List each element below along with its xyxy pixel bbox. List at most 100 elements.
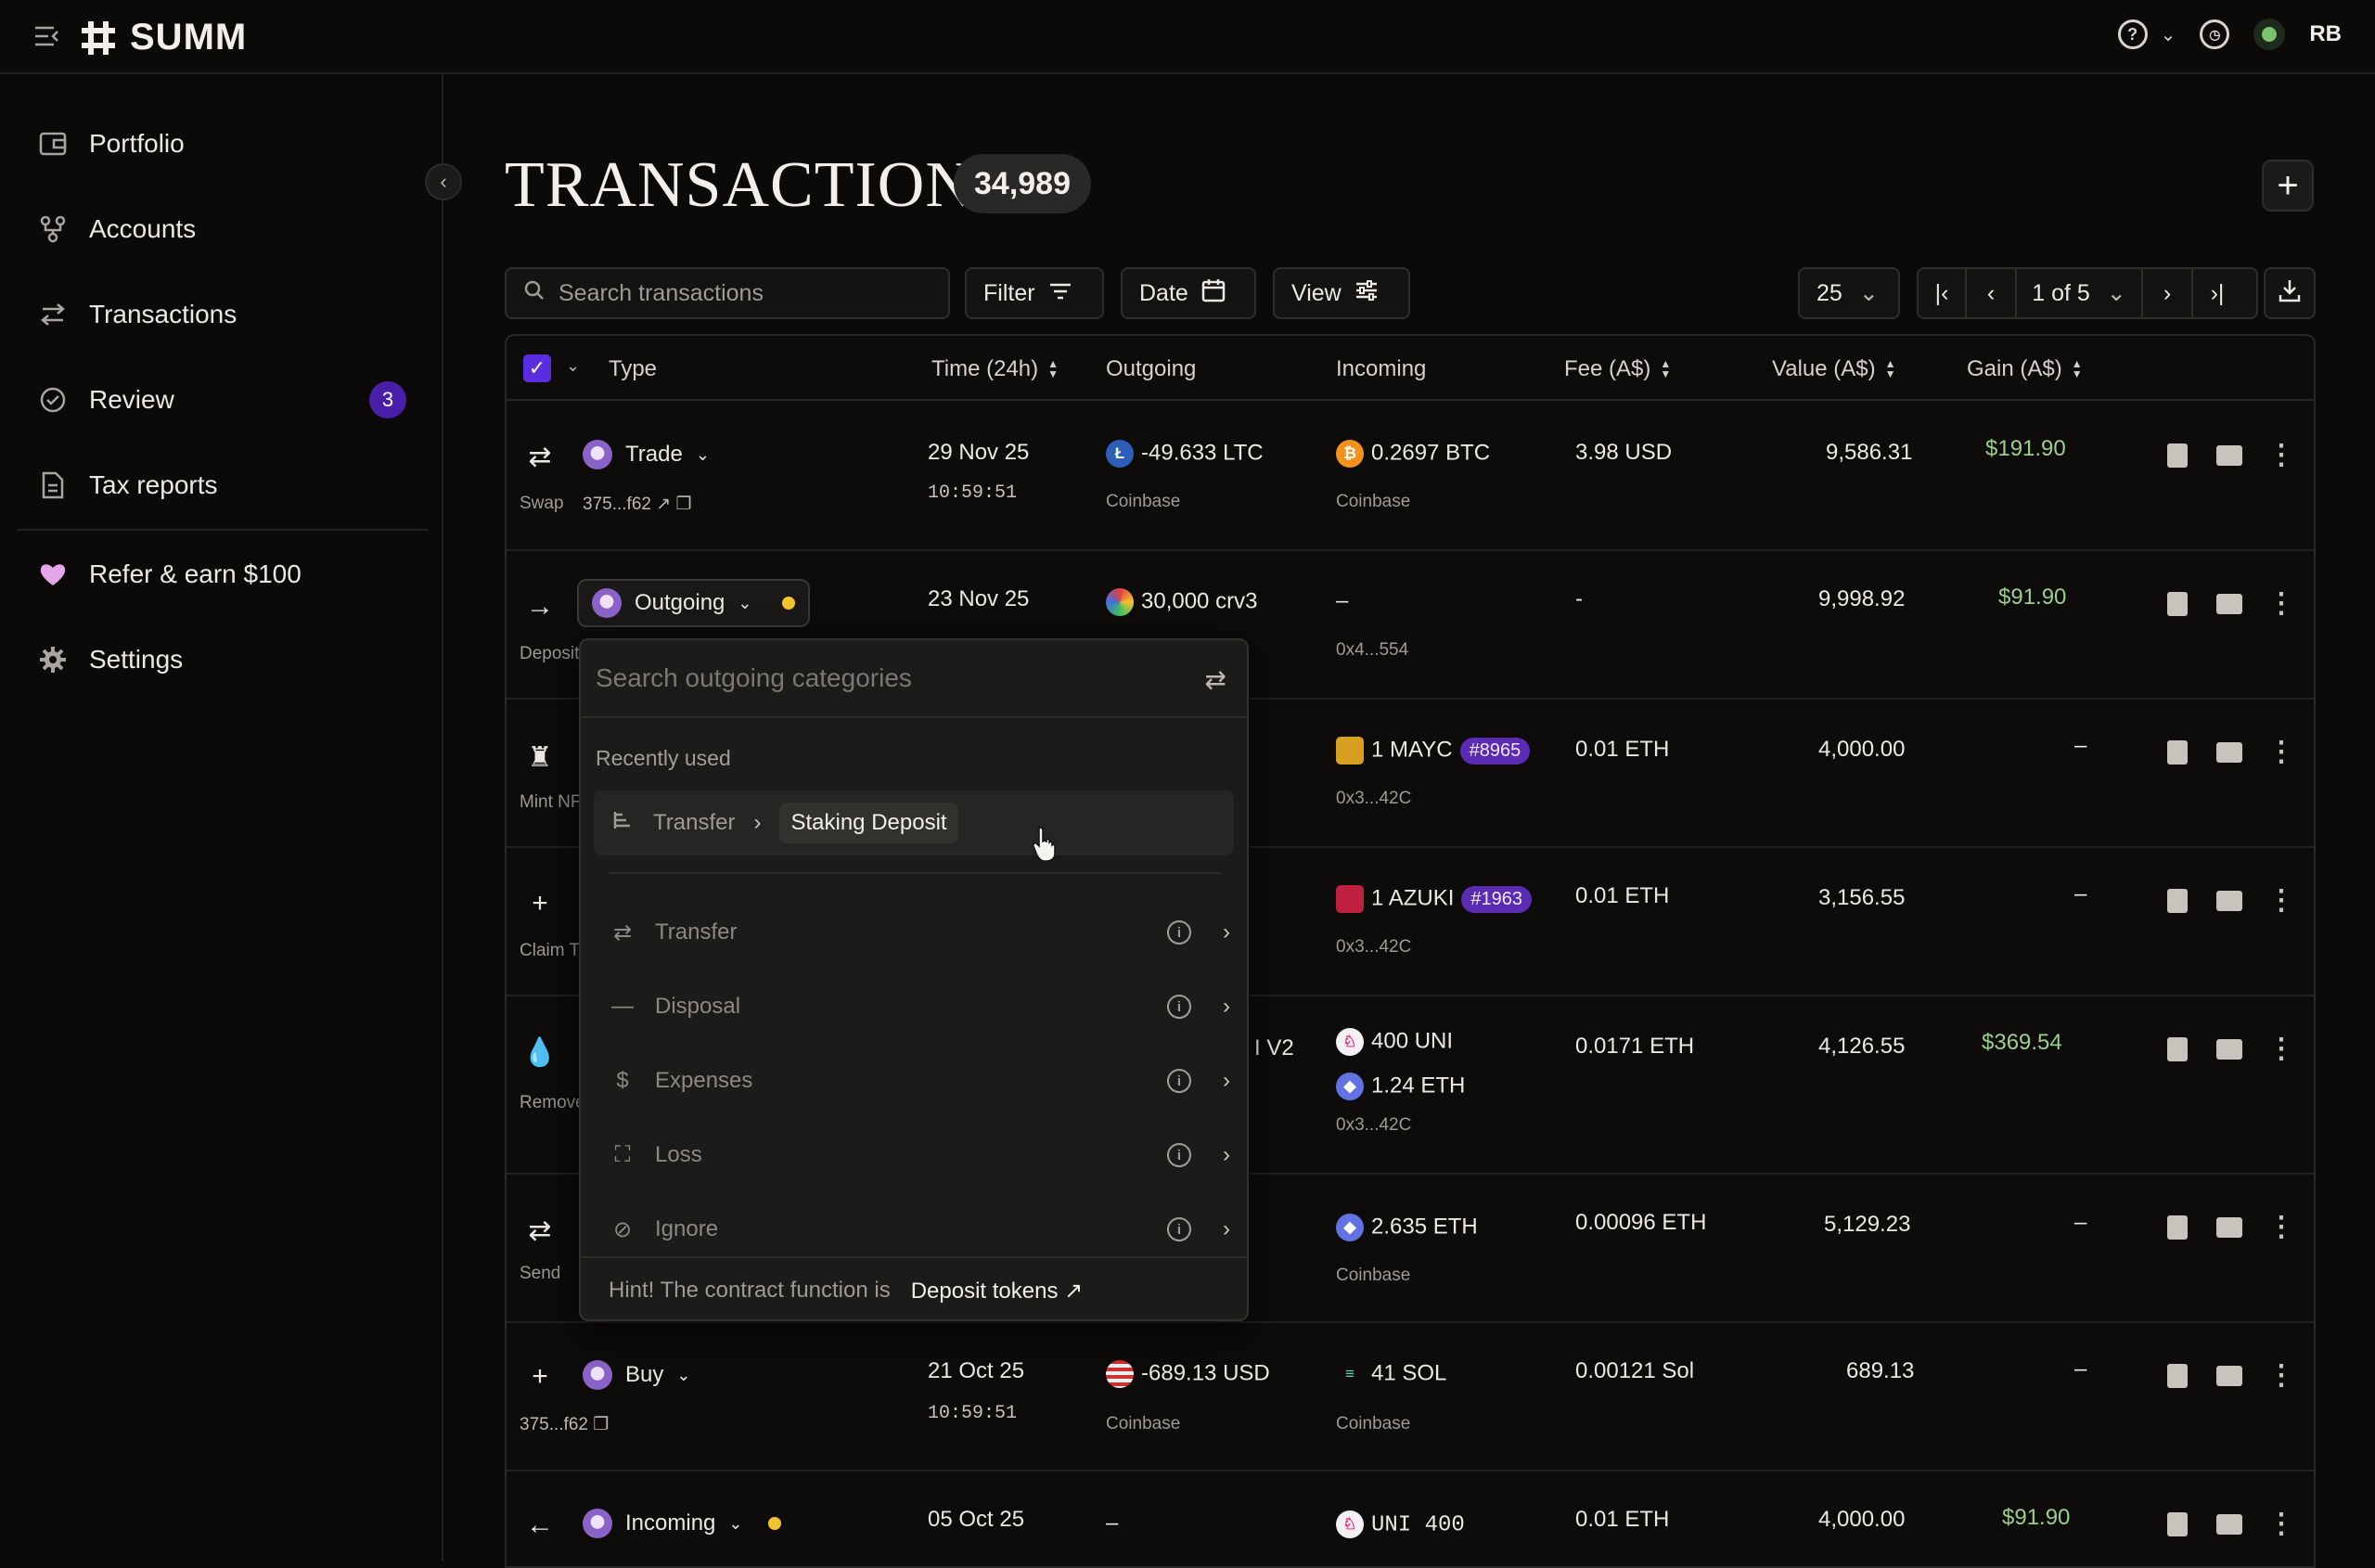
table-row[interactable]: + Buy ⌄ 375...f62 ❐ 21 Oct 25 10:59:51 -6…	[507, 1323, 2314, 1472]
logo[interactable]: SUMM	[80, 17, 247, 58]
category-expenses[interactable]: $ Expenses i ›	[609, 1058, 1230, 1104]
header-value[interactable]: Value (A$) ▲ ▼	[1772, 356, 1896, 382]
user-initials[interactable]: RB	[2309, 21, 2342, 47]
next-page-icon[interactable]: ›	[2143, 269, 2193, 317]
clock-icon[interactable]: ◷	[2200, 19, 2230, 49]
category-ignore[interactable]: ⊘ Ignore i ›	[609, 1206, 1230, 1253]
page-size-select[interactable]: 25 ⌄	[1798, 267, 1900, 319]
info-icon[interactable]: i	[1167, 920, 1191, 945]
type-selector[interactable]: Incoming ⌄	[583, 1509, 782, 1545]
more-icon[interactable]: ⋮	[2267, 739, 2295, 766]
type-selector[interactable]: Buy ⌄	[583, 1360, 690, 1396]
comment-icon[interactable]	[2215, 1362, 2243, 1390]
clipboard-icon[interactable]	[2163, 739, 2191, 766]
clipboard-icon[interactable]	[2163, 442, 2191, 469]
chevron-down-icon[interactable]: ⌄	[566, 356, 580, 376]
last-page-icon[interactable]: ›|	[2193, 269, 2241, 317]
category-disposal[interactable]: — Disposal i ›	[609, 983, 1230, 1030]
header-time[interactable]: Time (24h) ▲ ▼	[931, 356, 1059, 382]
date-button[interactable]: Date	[1121, 267, 1256, 319]
clipboard-icon[interactable]	[2163, 1510, 2191, 1538]
search-box[interactable]	[505, 267, 950, 319]
uni-coin-icon: ♘	[1336, 1028, 1364, 1056]
info-icon[interactable]: i	[1167, 1217, 1191, 1241]
info-icon[interactable]: i	[1167, 995, 1191, 1019]
sidebar-item-label: Settings	[89, 645, 184, 674]
recent-category-item[interactable]: Transfer › Staking Deposit	[594, 790, 1234, 855]
copy-icon[interactable]: ❐	[593, 1415, 609, 1434]
page-select[interactable]: 1 of 5 ⌄	[2017, 269, 2143, 317]
chevron-down-icon: ⌄	[695, 444, 710, 464]
ltc-coin-icon: Ł	[1106, 440, 1134, 468]
copy-icon[interactable]: ❐	[675, 495, 691, 514]
prev-page-icon[interactable]: ‹	[1967, 269, 2017, 317]
table-row[interactable]: ← Incoming ⌄ 05 Oct 25 – ♘ UNI 400 0.01 ET…	[507, 1472, 2314, 1566]
clipboard-icon[interactable]	[2163, 590, 2191, 618]
menu-collapse-icon[interactable]	[33, 24, 61, 48]
comment-icon[interactable]	[2215, 887, 2243, 915]
chevron-down-icon: ⌄	[2106, 280, 2126, 306]
outgoing-amount: I V2	[1254, 1035, 1294, 1060]
type-selector[interactable]: Trade ⌄	[583, 440, 710, 476]
sidebar-item-portfolio[interactable]: Portfolio	[37, 121, 185, 167]
value: 9,586.31	[1826, 440, 1913, 465]
clipboard-icon[interactable]	[2163, 1362, 2191, 1390]
view-button[interactable]: View	[1273, 267, 1410, 319]
more-icon[interactable]: ⋮	[2267, 887, 2295, 915]
tx-time: 10:59:51	[928, 1403, 1018, 1424]
comment-icon[interactable]	[2215, 1510, 2243, 1538]
comment-icon[interactable]	[2215, 590, 2243, 618]
sidebar-item-transactions[interactable]: Transactions	[37, 291, 237, 338]
comment-icon[interactable]	[2215, 1214, 2243, 1241]
clipboard-icon[interactable]	[2163, 887, 2191, 915]
add-transaction-button[interactable]: +	[2262, 160, 2314, 212]
fee: 3.98 USD	[1575, 440, 1673, 465]
more-icon[interactable]: ⋮	[2267, 1362, 2295, 1390]
clipboard-icon[interactable]	[2163, 1035, 2191, 1063]
table-header: ✓ ⌄ Type Time (24h) ▲ ▼ Outgoing Incoming …	[507, 336, 2314, 401]
external-link-icon[interactable]: ↗	[656, 495, 671, 514]
hint-link[interactable]: Deposit tokens ↗	[911, 1278, 1084, 1305]
category-loss[interactable]: ⛶ Loss i ›	[609, 1132, 1230, 1178]
more-icon[interactable]: ⋮	[2267, 1214, 2295, 1241]
more-icon[interactable]: ⋮	[2267, 590, 2295, 618]
incoming-amount: ♘ UNI 400	[1336, 1510, 1465, 1538]
download-button[interactable]	[2264, 267, 2316, 319]
incoming-amount-text: 2.635 ETH	[1371, 1214, 1478, 1240]
table-row[interactable]: ⇄ Trade ⌄ Swap 375...f62 ↗ ❐ 29 Nov 25 10…	[507, 403, 2314, 551]
comment-icon[interactable]	[2215, 442, 2243, 469]
calendar-icon	[1201, 278, 1226, 309]
more-icon[interactable]: ⋮	[2267, 442, 2295, 469]
select-all-checkbox[interactable]: ✓	[523, 354, 551, 382]
search-input[interactable]	[558, 279, 911, 307]
comment-icon[interactable]	[2215, 739, 2243, 766]
more-icon[interactable]: ⋮	[2267, 1510, 2295, 1538]
value: 4,000.00	[1818, 737, 1906, 762]
swap-direction-icon[interactable]: ⇄	[1205, 664, 1226, 695]
sidebar-item-review[interactable]: Review	[37, 377, 174, 423]
type-selector[interactable]: Outgoing ⌄	[577, 579, 810, 627]
category-search-input[interactable]	[596, 663, 1171, 693]
header-fee[interactable]: Fee (A$) ▲ ▼	[1564, 356, 1671, 382]
recent-child-label: Staking Deposit	[779, 803, 958, 843]
category-search[interactable]: ⇄	[581, 640, 1247, 718]
gain: –	[2074, 733, 2087, 758]
comment-icon[interactable]	[2215, 1035, 2243, 1063]
more-icon[interactable]: ⋮	[2267, 1035, 2295, 1063]
filter-button[interactable]: Filter	[965, 267, 1104, 319]
sidebar-item-refer[interactable]: Refer & earn $100	[37, 551, 302, 598]
info-icon[interactable]: i	[1167, 1069, 1191, 1093]
sidebar-item-accounts[interactable]: Accounts	[37, 206, 196, 252]
info-icon[interactable]: i	[1167, 1143, 1191, 1167]
help-menu[interactable]: ? ⌄	[2117, 19, 2176, 49]
clipboard-icon[interactable]	[2163, 1214, 2191, 1241]
sidebar-item-settings[interactable]: Settings	[37, 636, 183, 683]
first-page-icon[interactable]: |‹	[1919, 269, 1967, 317]
sidebar-item-tax-reports[interactable]: Tax reports	[37, 462, 218, 508]
header-gain[interactable]: Gain (A$) ▲ ▼	[1967, 356, 2083, 382]
filter-label: Filter	[983, 279, 1035, 306]
incoming-source: 0x3...42C	[1336, 1115, 1412, 1135]
category-transfer[interactable]: ⇄ Transfer i ›	[609, 909, 1230, 956]
chevron-down-icon: ⌄	[728, 1513, 743, 1533]
outgoing-source: Coinbase	[1106, 1414, 1181, 1433]
